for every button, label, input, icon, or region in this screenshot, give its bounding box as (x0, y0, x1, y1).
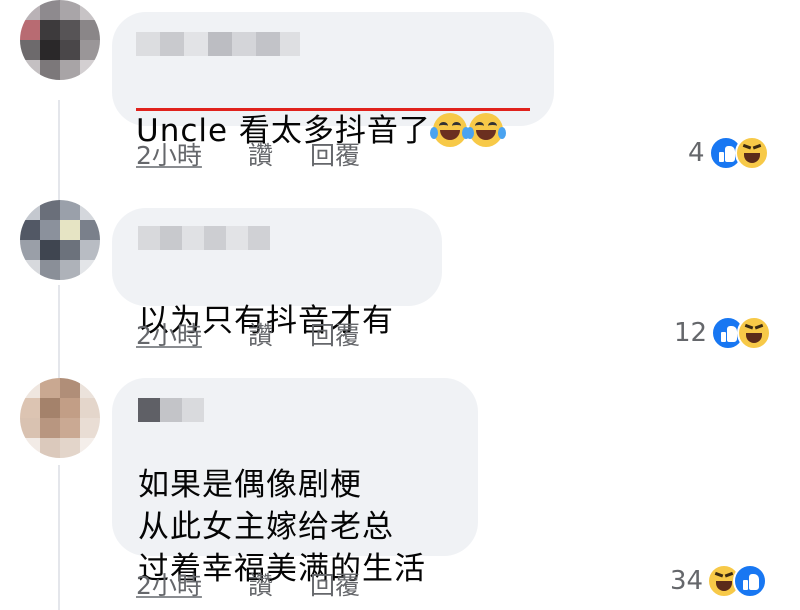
reaction-summary[interactable]: 34 (670, 564, 768, 598)
avatar[interactable] (20, 378, 100, 458)
comment-bubble: 如果是偶像剧梗 从此女主嫁给老总 过着幸福美满的生活 (112, 378, 478, 587)
reaction-summary[interactable]: 4 (688, 136, 769, 170)
author-name-redacted[interactable] (136, 32, 300, 56)
comment-text: 如果是偶像剧梗 从此女主嫁给老总 过着幸福美满的生活 (138, 467, 426, 587)
haha-reaction-icon (734, 136, 769, 170)
timestamp-link[interactable]: 2小時 (136, 316, 202, 352)
reaction-count: 34 (670, 566, 704, 596)
thread-line (58, 465, 60, 610)
like-button[interactable]: 讚 (248, 316, 273, 352)
reaction-count: 12 (674, 318, 708, 348)
like-button[interactable]: 讚 (248, 136, 273, 172)
author-name-redacted[interactable] (138, 398, 204, 422)
like-reaction-icon (733, 564, 768, 598)
author-name-redacted[interactable] (138, 226, 270, 250)
reaction-summary[interactable]: 12 (674, 316, 772, 350)
timestamp-link[interactable]: 2小時 (136, 136, 202, 172)
thread-line (58, 100, 60, 205)
thread-line (58, 285, 60, 380)
haha-reaction-icon (737, 316, 772, 350)
comment-bubble: Uncle 看太多抖音了 (112, 12, 554, 149)
comment-bubble: 以为只有抖音才有 (112, 208, 442, 339)
avatar[interactable] (20, 0, 100, 80)
red-underline-annotation (136, 108, 530, 111)
reply-button[interactable]: 回覆 (310, 136, 360, 172)
timestamp-link[interactable]: 2小時 (136, 566, 202, 602)
avatar[interactable] (20, 200, 100, 280)
laughing-tears-emoji-icon (465, 113, 506, 147)
like-button[interactable]: 讚 (248, 566, 273, 602)
reaction-count: 4 (688, 138, 705, 168)
reply-button[interactable]: 回覆 (310, 566, 360, 602)
laughing-tears-emoji-icon (429, 113, 470, 147)
reply-button[interactable]: 回覆 (310, 316, 360, 352)
